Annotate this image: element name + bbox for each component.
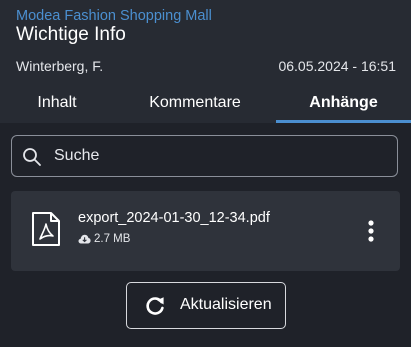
active-tab-indicator <box>276 120 411 123</box>
company-name: Modea Fashion Shopping Mall <box>16 8 212 24</box>
page-title: Wichtige Info <box>16 24 126 45</box>
more-vertical-icon <box>368 220 374 242</box>
attachment-card[interactable]: export_2024-01-30_12-34.pdf 2.7 MB <box>11 191 400 271</box>
tab-inhalt[interactable]: Inhalt <box>0 82 114 123</box>
more-options-button[interactable] <box>361 216 381 246</box>
refresh-button-label: Aktualisieren <box>180 296 272 313</box>
search-input[interactable] <box>52 144 384 168</box>
refresh-icon <box>146 297 164 315</box>
refresh-button[interactable]: Aktualisieren <box>126 282 286 329</box>
search-icon <box>23 148 41 166</box>
search-box[interactable] <box>11 135 398 177</box>
author-name: Winterberg, F. <box>16 58 104 74</box>
cloud-download-icon <box>78 234 91 244</box>
attachment-file-name[interactable]: export_2024-01-30_12-34.pdf <box>78 210 270 226</box>
tab-kommentare[interactable]: Kommentare <box>114 82 276 123</box>
post-datetime: 06.05.2024 - 16:51 <box>278 58 396 74</box>
attachment-meta: 2.7 MB <box>78 233 130 245</box>
pdf-file-icon <box>32 212 60 246</box>
tab-anhaenge[interactable]: Anhänge <box>276 82 411 123</box>
header: Modea Fashion Shopping Mall Wichtige Inf… <box>0 0 411 123</box>
attachment-file-size: 2.7 MB <box>94 233 131 245</box>
tab-bar: Inhalt Kommentare Anhänge <box>0 82 411 123</box>
